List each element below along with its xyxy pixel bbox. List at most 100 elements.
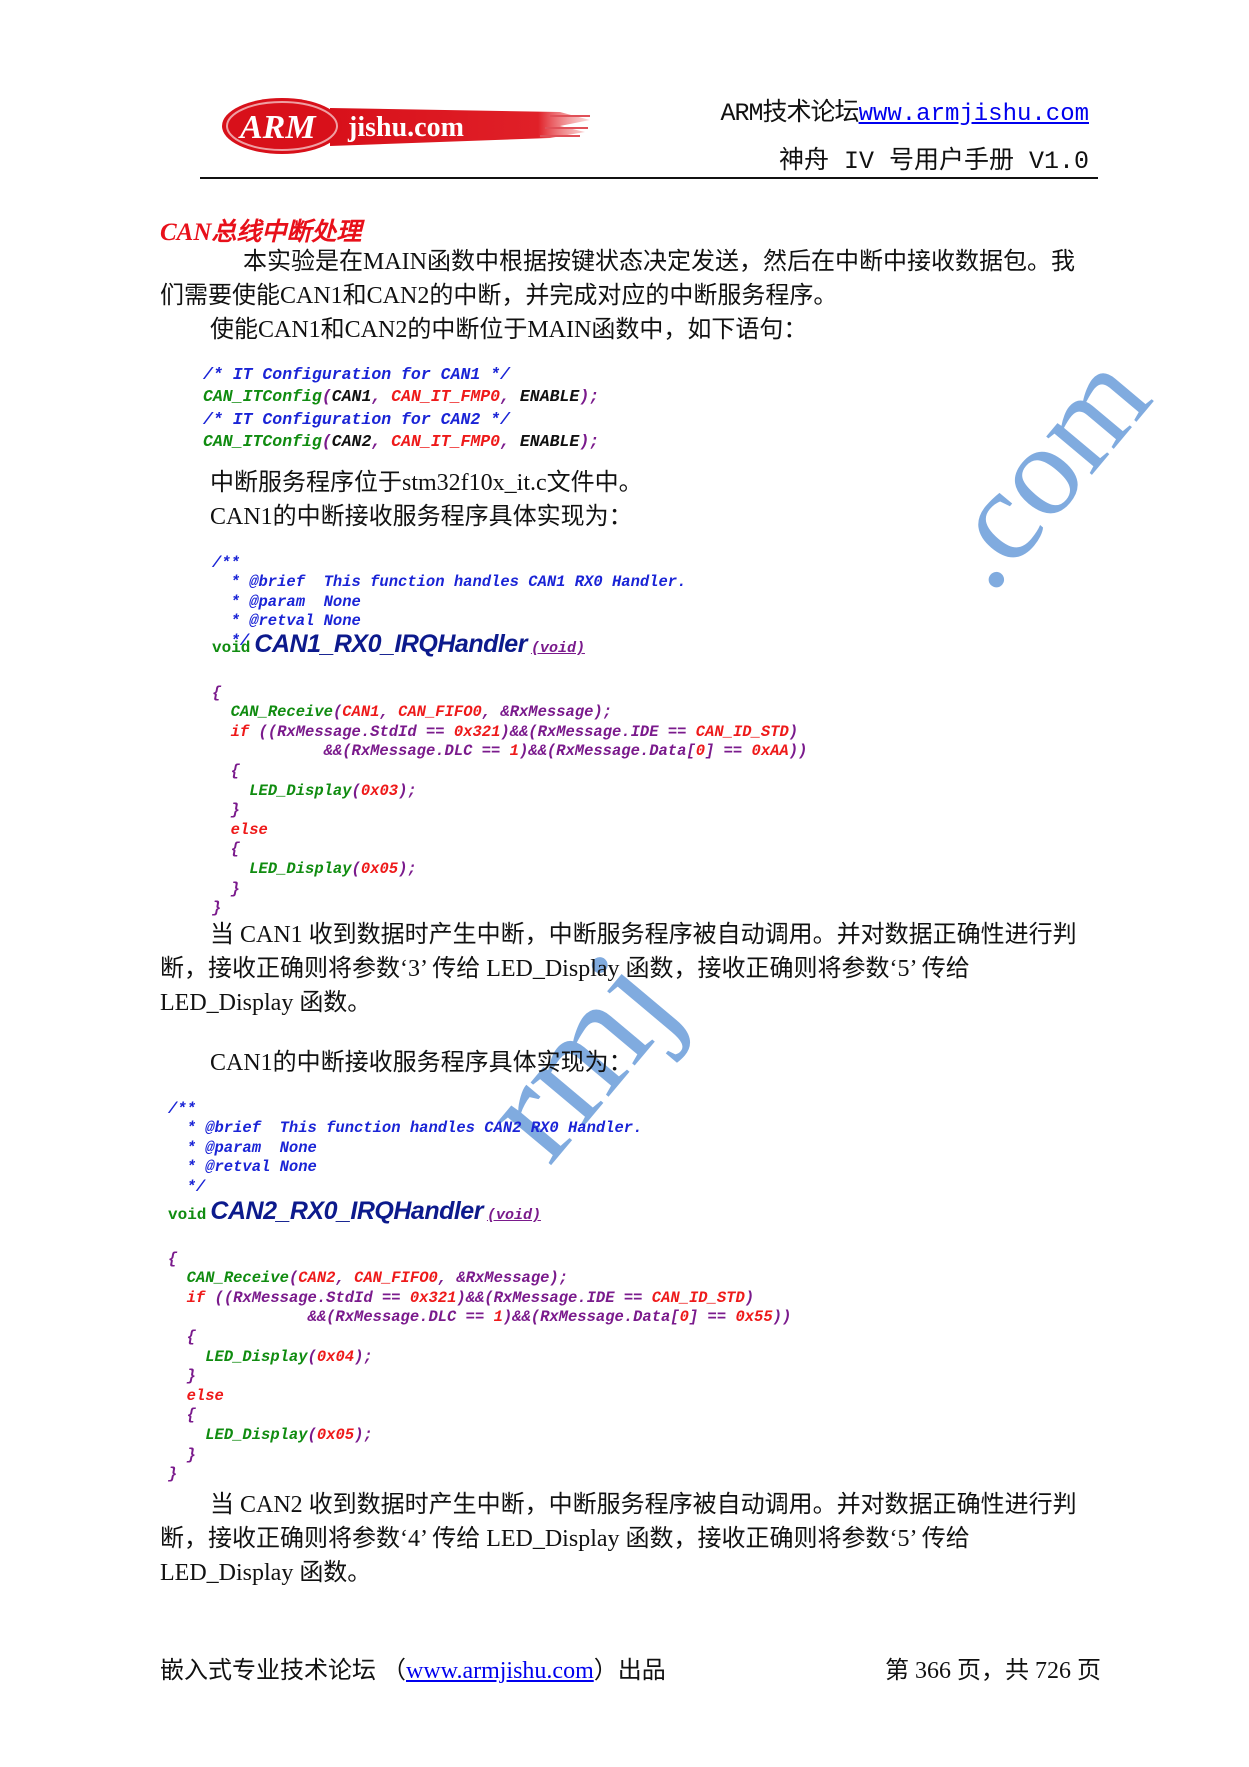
can2-intro: CAN1的中断接收服务程序具体实现为：: [210, 1050, 633, 1076]
doc-param: * @param None: [212, 592, 361, 611]
function-args: (void): [530, 640, 585, 657]
code-arg: &RxMessage: [500, 703, 594, 722]
doc-param: * @param None: [168, 1138, 317, 1157]
can1-desc-line-1: 当 CAN1 收到数据时产生中断，中断服务程序被自动调用。并对数据正确性进行判: [210, 922, 1077, 948]
code-comment: /* IT Configuration for CAN2 */: [203, 409, 510, 429]
led-value: 0x03: [360, 781, 399, 800]
condition: )&&(RxMessage.Data[: [518, 742, 696, 761]
forum-label: ARM技术论坛: [720, 99, 860, 128]
condition-value: 0: [679, 1308, 689, 1327]
condition-value: 1: [509, 742, 519, 761]
footer-credit: 嵌入式专业技术论坛 （www.armjishu.com）出品: [160, 1650, 666, 1685]
page-label: 第: [885, 1658, 915, 1684]
intro-line-2: 们需要使能CAN1和CAN2的中断，并完成对应的中断服务程序。: [160, 283, 838, 309]
doc-brief: * @brief This function handles CAN2 RX0 …: [168, 1119, 643, 1137]
isr-location: 中断服务程序位于stm32f10x_it.c文件中。: [210, 470, 643, 496]
condition: &&(RxMessage.DLC ==: [307, 1308, 494, 1327]
led-call: LED_Display: [205, 1425, 308, 1444]
condition-value: 0x321: [453, 722, 501, 741]
config-code-block: /* IT Configuration for CAN1 */ CAN_ITCo…: [203, 364, 600, 452]
led-value: 0x04: [316, 1347, 355, 1366]
condition: ((RxMessage.StdId ==: [258, 722, 454, 741]
header-divider: [200, 177, 1098, 179]
logo-arm: ARM: [238, 109, 317, 146]
can2-desc-line-1: 当 CAN2 收到数据时产生中断，中断服务程序被自动调用。并对数据正确性进行判: [210, 1492, 1077, 1518]
code-arg: CAN1: [331, 387, 372, 406]
condition: ] ==: [688, 1308, 736, 1327]
page-current: 366: [915, 1658, 951, 1684]
page-total: 726: [1035, 1658, 1071, 1684]
else-keyword: else: [186, 1386, 224, 1405]
condition-value: CAN_ID_STD: [651, 1288, 745, 1307]
doc-retval: * @retval None: [212, 612, 361, 630]
condition-value: 1: [493, 1308, 503, 1327]
section-title: CAN总线中断处理: [160, 219, 362, 246]
footer-suffix: ）出品: [593, 1658, 666, 1684]
intro-line-1: 本实验是在MAIN函数中根据按键状态决定发送，然后在中断中接收数据包。我: [243, 249, 1075, 275]
can1-desc-line-2: 断，接收正确则将参数‘3’ 传给 LED_Display 函数，接收正确则将参数…: [160, 956, 970, 982]
can2-signature: void CAN2_RX0_IRQHandler (void): [168, 1197, 541, 1226]
can1-signature: void CAN1_RX0_IRQHandler (void): [212, 630, 585, 659]
code-function: CAN_ITConfig: [203, 432, 322, 451]
armjishu-logo: ARM jishu.com: [220, 92, 590, 156]
condition-value: 0x55: [735, 1308, 773, 1327]
can2-doc-comment: /** * @brief This function handles CAN2 …: [168, 1080, 642, 1197]
code-function: CAN_ITConfig: [203, 387, 322, 406]
condition-value: 0x321: [409, 1288, 457, 1307]
brace: {: [212, 683, 222, 702]
logo-graphic: ARM jishu.com: [222, 98, 590, 154]
code-arg: CAN1: [342, 703, 380, 722]
page-number: 第 366 页，共 726 页: [885, 1650, 1101, 1685]
condition: )&&(RxMessage.IDE ==: [456, 1288, 652, 1307]
led-value: 0x05: [316, 1425, 355, 1444]
else-keyword: else: [230, 820, 268, 839]
can1-body: { CAN_Receive(CAN1, CAN_FIFO0, &RxMessag…: [212, 683, 808, 918]
page-label: 页，共: [951, 1658, 1035, 1684]
can2-desc-line-3: LED_Display 函数。: [160, 1560, 372, 1586]
code-arg: CAN2: [298, 1269, 336, 1288]
receive-call: CAN_Receive: [230, 703, 333, 722]
code-arg: CAN2: [331, 432, 372, 451]
led-value: 0x05: [360, 859, 399, 878]
code-arg: ENABLE: [519, 387, 580, 406]
receive-call: CAN_Receive: [186, 1269, 289, 1288]
void-keyword: void: [212, 639, 251, 657]
brace: {: [168, 1249, 178, 1268]
if-keyword: if: [230, 722, 250, 741]
function-args: (void): [486, 1207, 541, 1224]
can1-desc-line-3: LED_Display 函数。: [160, 990, 372, 1016]
doc-retval: * @retval None: [168, 1158, 317, 1176]
code-arg: ENABLE: [519, 432, 580, 451]
doc-open: /**: [168, 1099, 196, 1118]
manual-title: 神舟 IV 号用户手册 V1.0: [778, 147, 1089, 176]
led-call: LED_Display: [205, 1347, 308, 1366]
if-keyword: if: [186, 1288, 206, 1307]
can1-intro: CAN1的中断接收服务程序具体实现为：: [210, 504, 633, 530]
condition: ((RxMessage.StdId ==: [214, 1288, 410, 1307]
can2-desc-line-2: 断，接收正确则将参数‘4’ 传给 LED_Display 函数，接收正确则将参数…: [160, 1526, 970, 1552]
code-comment: /* IT Configuration for CAN1 */: [203, 364, 510, 384]
condition-value: CAN_ID_STD: [695, 722, 789, 741]
code-arg: &RxMessage: [456, 1269, 550, 1288]
footer-link[interactable]: www.armjishu.com: [406, 1658, 594, 1684]
doc-open: /**: [212, 553, 240, 572]
footer-prefix: 嵌入式专业技术论坛 （: [160, 1658, 406, 1684]
led-call: LED_Display: [249, 859, 352, 878]
function-name: CAN1_RX0_IRQHandler: [254, 630, 527, 658]
condition-value: 0xAA: [751, 742, 789, 761]
code-arg: CAN_FIFO0: [398, 703, 482, 722]
code-arg: CAN_FIFO0: [354, 1269, 438, 1288]
condition: &&(RxMessage.DLC ==: [323, 742, 510, 761]
condition: )&&(RxMessage.IDE ==: [500, 722, 696, 741]
page-label: 页: [1071, 1658, 1101, 1684]
header-forum: ARM技术论坛www.armjishu.com: [721, 92, 1089, 128]
function-name: CAN2_RX0_IRQHandler: [210, 1197, 483, 1225]
led-call: LED_Display: [249, 781, 352, 800]
logo-jishu: jishu.com: [347, 112, 464, 143]
condition-value: 0: [695, 742, 706, 761]
can2-body: { CAN_Receive(CAN2, CAN_FIFO0, &RxMessag…: [168, 1249, 792, 1484]
forum-link[interactable]: www.armjishu.com: [859, 101, 1089, 128]
void-keyword: void: [168, 1206, 207, 1224]
code-arg: CAN_IT_FMP0: [391, 387, 501, 406]
watermark-com: .com: [902, 325, 1178, 615]
